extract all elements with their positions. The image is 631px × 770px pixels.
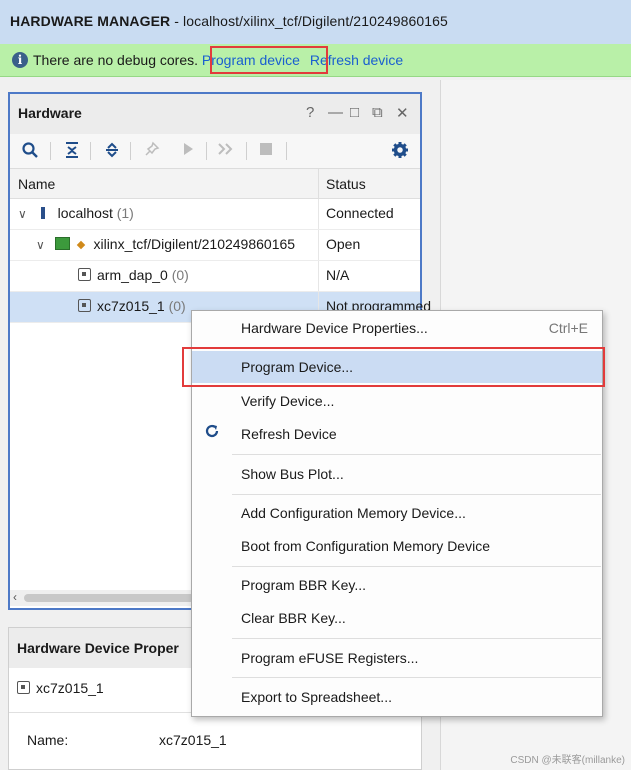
row-label: arm_dap_0 bbox=[97, 267, 168, 283]
menu-separator bbox=[232, 494, 601, 495]
menu-item-label: Hardware Device Properties... bbox=[241, 320, 428, 336]
row-count: (0) bbox=[171, 267, 189, 283]
header-bar: HARDWARE MANAGER - localhost/xilinx_tcf/… bbox=[0, 0, 631, 45]
pin-icon[interactable] bbox=[142, 141, 162, 161]
name-value: xc7z015_1 bbox=[159, 732, 227, 748]
hardware-toolbar bbox=[10, 134, 420, 169]
server-icon bbox=[40, 207, 45, 219]
tree-row-localhost[interactable]: ∨ localhost (1) Connected bbox=[10, 199, 420, 230]
menu-item-label: Refresh Device bbox=[241, 426, 337, 442]
column-status-header[interactable]: Status bbox=[326, 176, 366, 192]
column-divider bbox=[318, 261, 319, 291]
menu-item-export-spreadsheet[interactable]: Export to Spreadsheet... bbox=[192, 681, 602, 713]
tree-column-header: Name Status bbox=[10, 169, 420, 199]
hardware-panel-title: Hardware bbox=[18, 105, 82, 121]
scroll-left-icon[interactable]: ‹ bbox=[13, 590, 17, 604]
column-divider bbox=[318, 230, 319, 260]
device-name: xc7z015_1 bbox=[36, 680, 104, 696]
menu-item-label: Program eFUSE Registers... bbox=[241, 650, 419, 666]
page-title: HARDWARE MANAGER - localhost/xilinx_tcf/… bbox=[10, 13, 448, 29]
column-divider bbox=[318, 199, 319, 229]
properties-title: Hardware Device Proper bbox=[17, 640, 179, 656]
column-name-header[interactable]: Name bbox=[18, 176, 55, 192]
toolbar-divider bbox=[90, 142, 91, 160]
menu-item-refresh-device[interactable]: Refresh Device bbox=[192, 418, 602, 450]
help-icon[interactable]: ? bbox=[306, 104, 314, 121]
toolbar-divider bbox=[50, 142, 51, 160]
highlight-box-program-device bbox=[182, 347, 605, 387]
menu-item-shortcut: Ctrl+E bbox=[548, 320, 588, 336]
run-icon[interactable] bbox=[178, 141, 198, 161]
maximize-icon[interactable]: □ bbox=[350, 104, 359, 121]
menu-item-program-efuse[interactable]: Program eFUSE Registers... bbox=[192, 642, 602, 674]
chip-icon bbox=[78, 268, 91, 281]
close-icon[interactable]: ✕ bbox=[396, 104, 409, 122]
row-status: N/A bbox=[326, 267, 350, 283]
expand-all-icon[interactable] bbox=[102, 141, 122, 161]
tree-row-target[interactable]: ∨ xilinx_tcf/Digilent/210249860165 Open bbox=[10, 230, 420, 261]
board-icon bbox=[54, 237, 70, 250]
menu-item-hardware-device-properties[interactable]: Hardware Device Properties... Ctrl+E bbox=[192, 312, 602, 344]
menu-item-clear-bbr-key[interactable]: Clear BBR Key... bbox=[192, 602, 602, 634]
menu-item-add-config-memory[interactable]: Add Configuration Memory Device... bbox=[192, 497, 602, 529]
menu-item-label: Program BBR Key... bbox=[241, 577, 367, 593]
toolbar-divider bbox=[130, 142, 131, 160]
chevron-down-icon[interactable]: ∨ bbox=[18, 207, 27, 221]
minimize-icon[interactable]: — bbox=[328, 104, 343, 121]
row-status: Connected bbox=[326, 205, 394, 221]
info-icon: i bbox=[12, 52, 28, 68]
row-label: xilinx_tcf/Digilent/210249860165 bbox=[93, 236, 296, 252]
collapse-all-icon[interactable] bbox=[62, 141, 82, 161]
toolbar-divider bbox=[246, 142, 247, 160]
menu-item-label: Add Configuration Memory Device... bbox=[241, 505, 466, 521]
row-count: (0) bbox=[168, 298, 186, 314]
chip-icon bbox=[78, 299, 91, 312]
search-icon[interactable] bbox=[20, 141, 40, 161]
stop-icon[interactable] bbox=[256, 141, 276, 161]
connector-icon bbox=[76, 240, 85, 250]
menu-item-boot-from-config-memory[interactable]: Boot from Configuration Memory Device bbox=[192, 530, 602, 562]
float-icon[interactable]: ⧉ bbox=[372, 104, 383, 121]
toolbar-divider bbox=[206, 142, 207, 160]
fast-forward-icon[interactable] bbox=[216, 141, 236, 161]
toolbar-divider bbox=[286, 142, 287, 160]
gear-icon[interactable] bbox=[390, 141, 410, 161]
menu-item-show-bus-plot[interactable]: Show Bus Plot... bbox=[192, 458, 602, 490]
watermark: CSDN @未联客(millanke) bbox=[510, 755, 625, 766]
refresh-icon bbox=[204, 423, 220, 444]
tree-row-arm-dap[interactable]: arm_dap_0 (0) N/A bbox=[10, 261, 420, 292]
menu-item-label: Verify Device... bbox=[241, 393, 335, 409]
info-text: There are no debug cores. bbox=[33, 52, 198, 68]
row-label: xc7z015_1 bbox=[97, 298, 165, 314]
menu-item-verify-device[interactable]: Verify Device... bbox=[192, 385, 602, 417]
row-count: (1) bbox=[116, 205, 134, 221]
row-status: Open bbox=[326, 236, 361, 252]
menu-separator bbox=[232, 454, 601, 455]
menu-item-label: Clear BBR Key... bbox=[241, 610, 346, 626]
chevron-down-icon[interactable]: ∨ bbox=[36, 238, 45, 252]
menu-item-label: Export to Spreadsheet... bbox=[241, 689, 392, 705]
menu-item-label: Boot from Configuration Memory Device bbox=[241, 538, 490, 554]
menu-separator bbox=[232, 566, 601, 567]
menu-separator bbox=[232, 677, 601, 678]
hardware-panel-titlebar: Hardware ? — □ ⧉ ✕ bbox=[10, 94, 420, 134]
column-divider bbox=[318, 169, 319, 198]
menu-separator bbox=[232, 638, 601, 639]
chip-icon bbox=[17, 681, 30, 694]
highlight-box-program-link bbox=[210, 46, 328, 74]
properties-device: xc7z015_1 bbox=[17, 680, 104, 696]
menu-item-label: Show Bus Plot... bbox=[241, 466, 344, 482]
name-label: Name: bbox=[27, 732, 69, 748]
menu-item-program-bbr-key[interactable]: Program BBR Key... bbox=[192, 569, 602, 601]
row-label: localhost bbox=[57, 205, 113, 221]
scrollbar-thumb[interactable] bbox=[24, 594, 204, 602]
